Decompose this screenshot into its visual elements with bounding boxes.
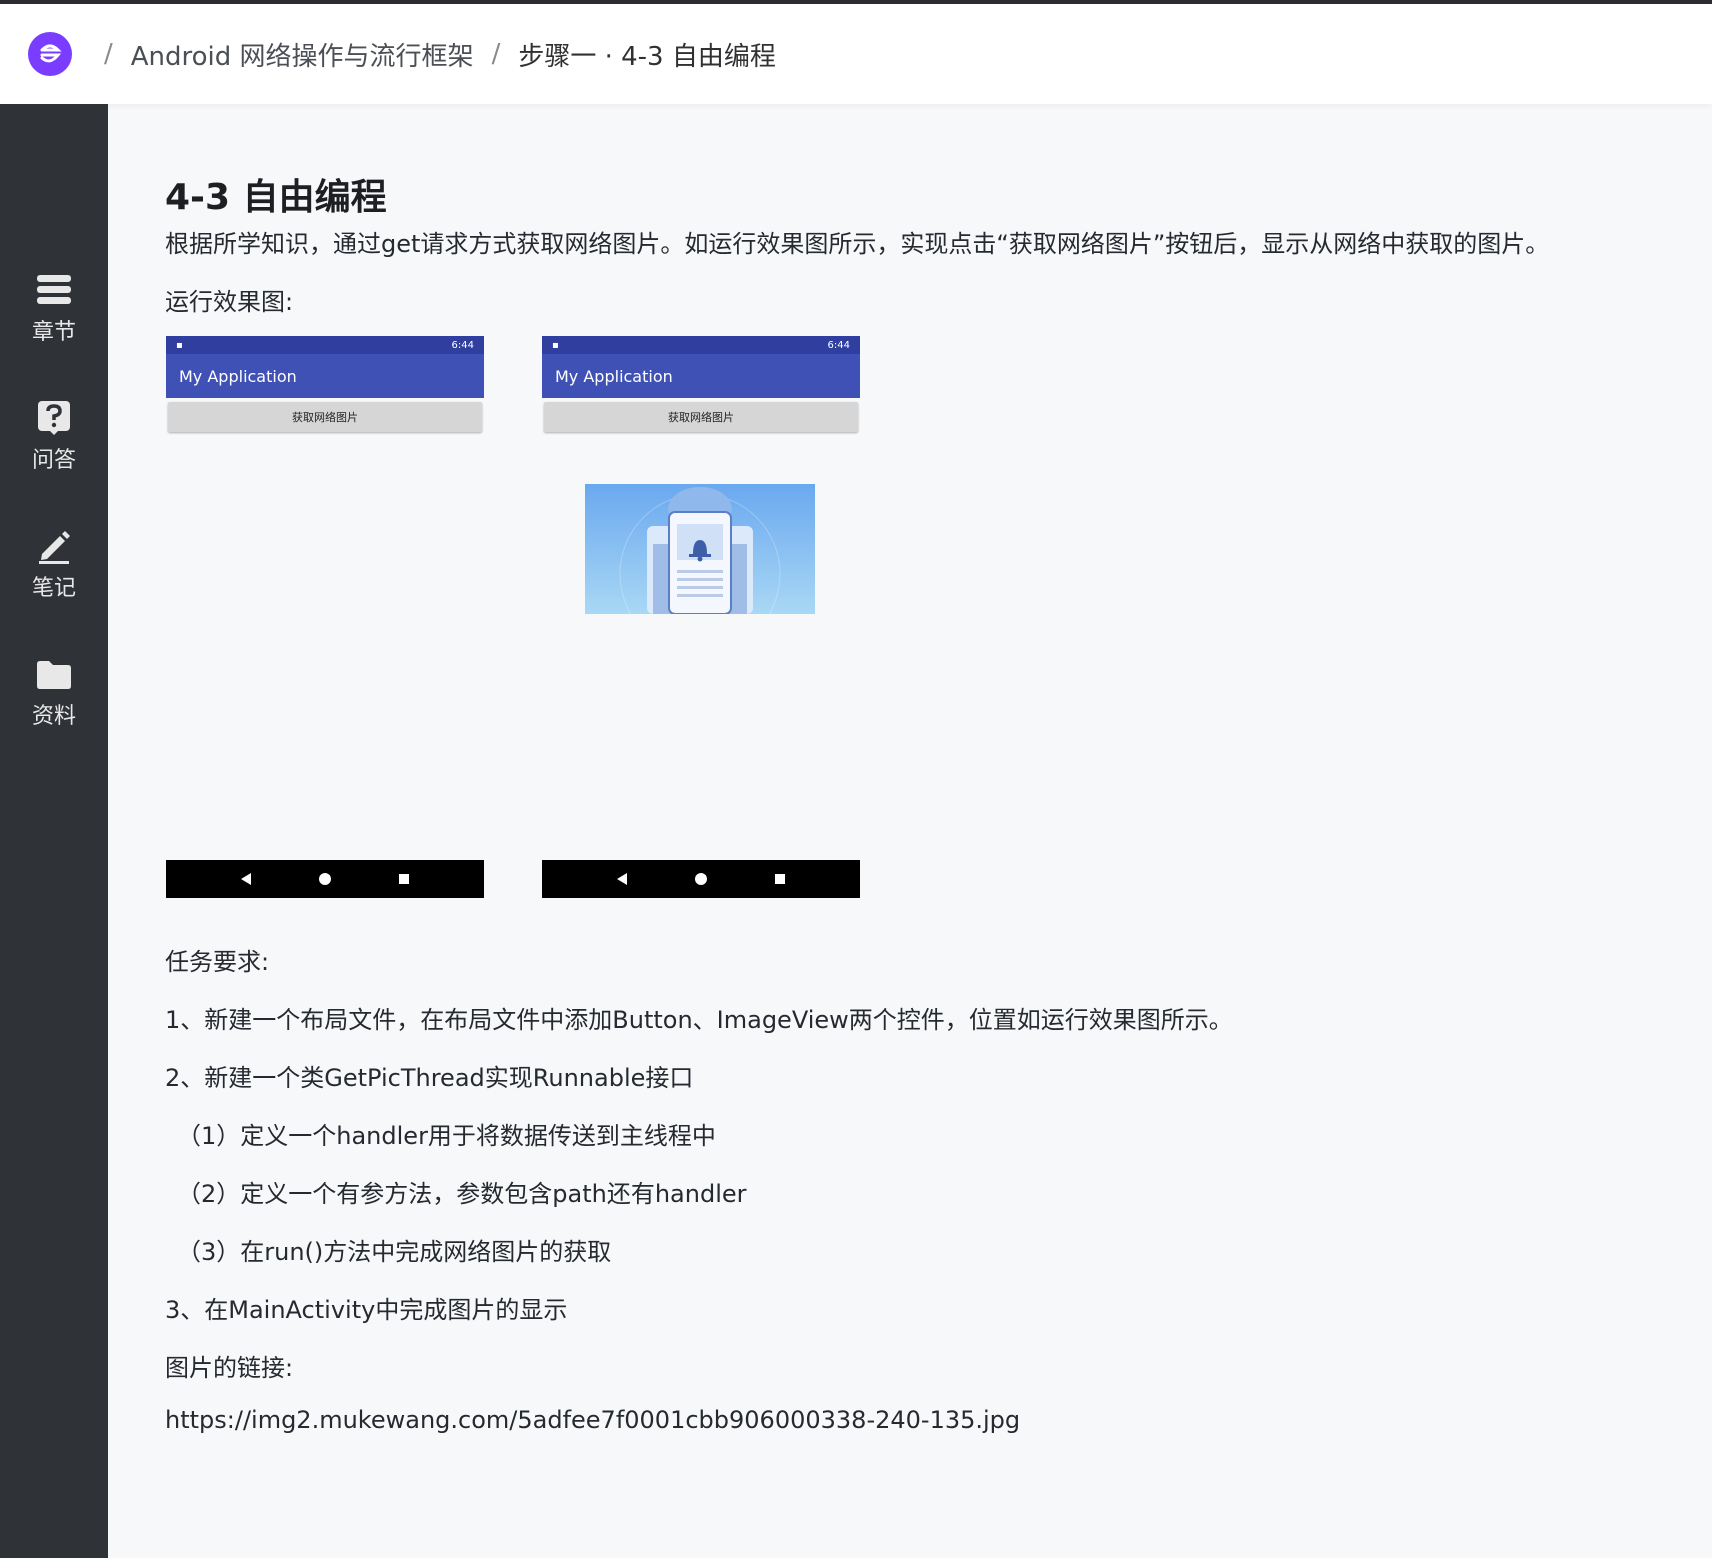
breadcrumb-course-link[interactable]: Android 网络操作与流行框架 — [131, 36, 474, 73]
sidebar-item-materials[interactable]: 资料 — [0, 628, 108, 756]
sidebar-item-label: 资料 — [31, 704, 76, 729]
app-bar: My Application — [542, 354, 860, 398]
status-bar: ▪ 6:44 — [542, 336, 860, 354]
sidebar-item-qa[interactable]: 问答 — [0, 372, 108, 500]
app-bar: My Application — [166, 354, 484, 398]
recents-icon — [399, 874, 410, 884]
imooc-logo-icon[interactable] — [28, 32, 72, 76]
task-label: 任务要求: — [165, 948, 270, 976]
task-subitem: （1）定义一个handler用于将数据传送到主线程中 — [177, 1122, 716, 1150]
sidebar: 章节 问答 笔记 资料 — [0, 104, 108, 1558]
sidebar-item-notes[interactable]: 笔记 — [0, 500, 108, 628]
preview-label: 运行效果图: — [165, 288, 294, 316]
phone-screenshot: ▪ 6:44 My Application 获取网络图片 — [542, 336, 860, 898]
status-time: 6:44 — [827, 339, 850, 351]
back-icon — [616, 873, 627, 885]
task-subitem: （2）定义一个有参方法，参数包含path还有handler — [177, 1180, 747, 1208]
fetch-image-button: 获取网络图片 — [168, 402, 482, 432]
sd-card-icon: ▪ — [176, 339, 183, 351]
sd-card-icon: ▪ — [552, 339, 559, 351]
sidebar-item-chapters[interactable]: 章节 — [0, 244, 108, 372]
sidebar-item-label: 章节 — [31, 320, 76, 345]
status-time: 6:44 — [451, 339, 474, 351]
breadcrumb-current-step: 步骤一 · 4-3 自由编程 — [518, 41, 776, 72]
folder-icon — [34, 654, 74, 694]
nav-bar — [166, 860, 484, 898]
nav-bar — [542, 860, 860, 898]
page-title: 4-3 自由编程 — [165, 177, 387, 218]
header: / Android 网络操作与流行框架 / 步骤一 · 4-3 自由编程 — [0, 4, 1712, 104]
status-bar: ▪ 6:44 — [166, 336, 484, 354]
intro-text: 根据所学知识，通过get请求方式获取网络图片。如运行效果图所示，实现点击“获取网… — [165, 230, 1550, 258]
image-link[interactable]: https://img2.mukewang.com/5adfee7f0001cb… — [165, 1406, 1020, 1434]
home-icon — [318, 873, 331, 885]
breadcrumb-separator: / — [104, 39, 113, 69]
task-item: 3、在MainActivity中完成图片的显示 — [165, 1296, 568, 1324]
back-icon — [240, 873, 251, 885]
task-item: 1、新建一个布局文件，在布局文件中添加Button、ImageView两个控件，… — [165, 1006, 1233, 1034]
home-icon — [694, 873, 707, 885]
breadcrumb-separator: / — [491, 39, 501, 69]
fetch-image-button: 获取网络图片 — [544, 402, 858, 432]
sidebar-item-label: 笔记 — [31, 576, 76, 601]
fetched-network-image — [585, 484, 815, 614]
link-label: 图片的链接: — [165, 1354, 294, 1382]
pen-icon — [34, 526, 74, 566]
phone-screenshot: ▪ 6:44 My Application 获取网络图片 — [166, 336, 484, 898]
recents-icon — [775, 874, 786, 884]
question-icon — [34, 398, 74, 438]
task-subitem: （3）在run()方法中完成网络图片的获取 — [177, 1238, 612, 1266]
breadcrumb: / Android 网络操作与流行框架 / 步骤一 · 4-3 自由编程 — [86, 36, 776, 73]
sidebar-item-label: 问答 — [31, 448, 76, 473]
list-icon — [34, 270, 74, 310]
task-item: 2、新建一个类GetPicThread实现Runnable接口 — [165, 1064, 694, 1092]
